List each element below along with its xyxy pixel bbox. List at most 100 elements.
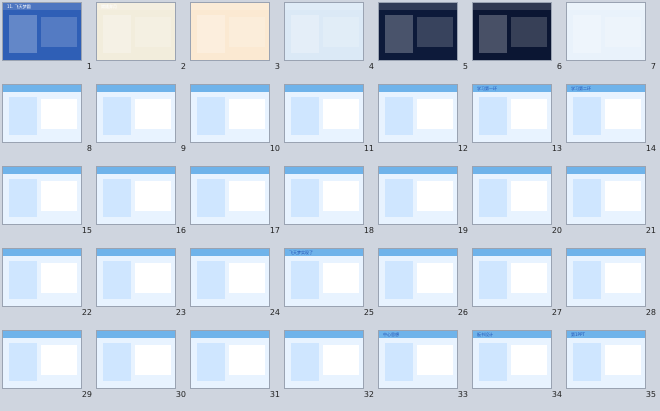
slide-header-band [379, 167, 457, 174]
slide-graphic [103, 15, 131, 53]
slide-thumbnail-18[interactable] [284, 166, 364, 225]
slide-header-band [97, 249, 175, 256]
slide-text-block [511, 181, 547, 211]
slide-thumbnail-20[interactable] [472, 166, 552, 225]
slide-thumbnail-24[interactable] [190, 248, 270, 307]
slide-header-band [97, 331, 175, 338]
slide-graphic [291, 179, 319, 217]
slide-thumbnail-14[interactable]: 学习第二环 [566, 84, 646, 143]
slide-header-band [3, 85, 81, 92]
slide-graphic [573, 179, 601, 217]
slide-number: 2 [180, 62, 186, 71]
slide-thumbnail-10[interactable] [190, 84, 270, 143]
slide-text-block [511, 99, 547, 129]
slide-text-block [41, 17, 77, 47]
slide-number: 32 [363, 390, 374, 399]
slide-thumbnail-26[interactable] [378, 248, 458, 307]
slide-graphic [103, 179, 131, 217]
slide-graphic [479, 15, 507, 53]
slide-thumbnail-30[interactable] [96, 330, 176, 389]
slide-thumbnail-22[interactable] [2, 248, 82, 307]
slide-header-band [379, 3, 457, 10]
slide-text-block [135, 345, 171, 375]
slide-number: 10 [269, 144, 280, 153]
slide-text-block [229, 17, 265, 47]
slide-thumbnail-29[interactable] [2, 330, 82, 389]
slide-graphic [573, 343, 601, 381]
slide-thumbnail-1[interactable]: 11. 飞天梦圆 [2, 2, 82, 61]
slide-text-block [41, 99, 77, 129]
slide-thumbnail-32[interactable] [284, 330, 364, 389]
slide-header-band [97, 167, 175, 174]
slide-thumbnail-9[interactable] [96, 84, 176, 143]
slide-graphic [291, 343, 319, 381]
slide-sorter-grid: 11. 飞天梦圆 1 嫦娥奔月 2 3 4 5 6 7 8 9 10 11 12 学习第一环 13 学习第二环 1… [0, 0, 660, 411]
slide-graphic [9, 97, 37, 135]
slide-text-block [229, 181, 265, 211]
slide-graphic [291, 261, 319, 299]
slide-thumbnail-2[interactable]: 嫦娥奔月 [96, 2, 176, 61]
slide-graphic [197, 343, 225, 381]
slide-number: 6 [556, 62, 562, 71]
slide-graphic [479, 261, 507, 299]
slide-thumbnail-12[interactable] [378, 84, 458, 143]
slide-thumbnail-4[interactable] [284, 2, 364, 61]
slide-header-band [285, 167, 363, 174]
slide-number: 35 [645, 390, 656, 399]
slide-thumbnail-17[interactable] [190, 166, 270, 225]
slide-text-block [417, 263, 453, 293]
slide-graphic [103, 343, 131, 381]
slide-thumbnail-7[interactable] [566, 2, 646, 61]
slide-thumbnail-5[interactable] [378, 2, 458, 61]
slide-thumbnail-11[interactable] [284, 84, 364, 143]
slide-thumbnail-16[interactable] [96, 166, 176, 225]
slide-header-band [379, 249, 457, 256]
slide-graphic [573, 15, 601, 53]
slide-thumbnail-15[interactable] [2, 166, 82, 225]
slide-graphic [385, 179, 413, 217]
slide-text-block [135, 181, 171, 211]
slide-thumbnail-27[interactable] [472, 248, 552, 307]
slide-thumbnail-8[interactable] [2, 84, 82, 143]
slide-text-block [229, 345, 265, 375]
slide-number: 19 [457, 226, 468, 235]
slide-text-block [417, 345, 453, 375]
slide-header-band [285, 85, 363, 92]
slide-thumbnail-28[interactable] [566, 248, 646, 307]
slide-thumbnail-19[interactable] [378, 166, 458, 225]
slide-thumbnail-13[interactable]: 学习第一环 [472, 84, 552, 143]
slide-thumbnail-33[interactable]: 中心思想 [378, 330, 458, 389]
slide-number: 24 [269, 308, 280, 317]
slide-title: 板书设计 [477, 332, 493, 337]
slide-header-band [191, 249, 269, 256]
slide-number: 18 [363, 226, 374, 235]
slide-thumbnail-31[interactable] [190, 330, 270, 389]
slide-text-block [229, 263, 265, 293]
slide-thumbnail-3[interactable] [190, 2, 270, 61]
slide-header-band [285, 3, 363, 10]
slide-number: 31 [269, 390, 280, 399]
slide-number: 33 [457, 390, 468, 399]
slide-graphic [197, 15, 225, 53]
slide-thumbnail-34[interactable]: 板书设计 [472, 330, 552, 389]
slide-graphic [103, 261, 131, 299]
slide-graphic [479, 343, 507, 381]
slide-header-band [473, 3, 551, 10]
slide-thumbnail-6[interactable] [472, 2, 552, 61]
slide-number: 27 [551, 308, 562, 317]
slide-number: 4 [368, 62, 374, 71]
slide-number: 16 [175, 226, 186, 235]
slide-number: 21 [645, 226, 656, 235]
slide-thumbnail-25[interactable]: 飞天梦实现了 [284, 248, 364, 307]
slide-text-block [605, 345, 641, 375]
slide-header-band [191, 167, 269, 174]
slide-text-block [135, 17, 171, 47]
slide-thumbnail-23[interactable] [96, 248, 176, 307]
slide-graphic [385, 343, 413, 381]
slide-header-band [567, 167, 645, 174]
slide-thumbnail-35[interactable]: 第1PPT [566, 330, 646, 389]
slide-text-block [605, 181, 641, 211]
slide-thumbnail-21[interactable] [566, 166, 646, 225]
slide-text-block [511, 263, 547, 293]
slide-graphic [103, 97, 131, 135]
